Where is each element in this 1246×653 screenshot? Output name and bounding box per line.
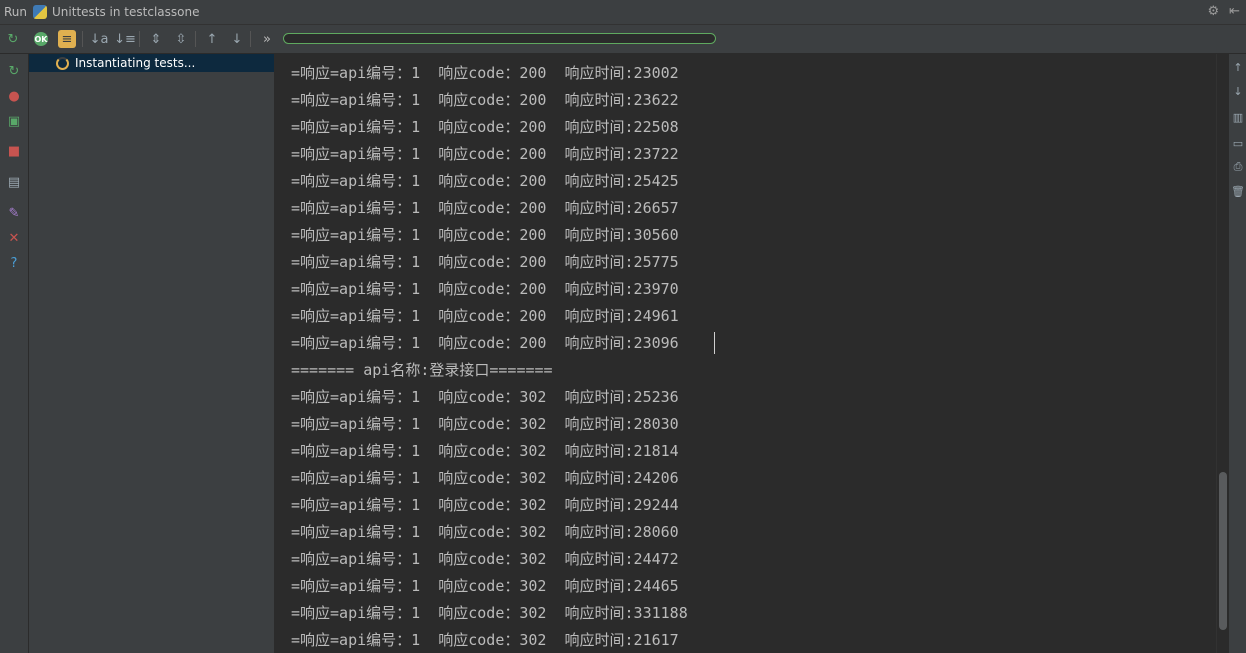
console-line: =响应=api编号：1 响应code：200 响应时间:23002 xyxy=(291,64,679,82)
settings-gear-icon[interactable]: ⚙ xyxy=(1207,4,1219,19)
ok-filter-icon[interactable]: OK xyxy=(34,32,48,46)
clear-all-icon[interactable]: 🗑 xyxy=(1231,184,1245,198)
rerun-icon[interactable]: ↻ xyxy=(5,62,23,80)
console-line: =响应=api编号：1 响应code：200 响应时间:23722 xyxy=(291,145,679,163)
toggle-autotest-icon[interactable]: ▣ xyxy=(5,112,23,130)
console-line: =响应=api编号：1 响应code：200 响应时间:24961 xyxy=(291,307,679,325)
console-line: =响应=api编号：1 响应code：302 响应时间:25236 xyxy=(291,388,679,406)
console-line: =响应=api编号：1 响应code：200 响应时间:23970 xyxy=(291,280,679,298)
console-line: =响应=api编号：1 响应code：200 响应时间:25425 xyxy=(291,172,679,190)
help-icon[interactable]: ? xyxy=(5,254,23,272)
close-icon[interactable]: ✕ xyxy=(5,229,23,247)
test-tree-row-selected[interactable]: Instantiating tests... xyxy=(29,54,274,72)
scroll-down-icon[interactable]: ↓ xyxy=(1231,84,1245,98)
toolbar-separator xyxy=(250,31,251,47)
console-line: =响应=api编号：1 响应code：200 响应时间:25775 xyxy=(291,253,679,271)
console-output[interactable]: =响应=api编号：1 响应code：200 响应时间:23002 =响应=api… xyxy=(275,54,1216,653)
run-label: Run xyxy=(4,5,28,19)
hide-panel-icon[interactable]: ⇤ xyxy=(1229,4,1240,19)
run-config-title: Unittests in testclassone xyxy=(52,5,200,19)
rerun-failed-icon[interactable]: ● xyxy=(5,87,23,105)
console-line: =响应=api编号：1 响应code：200 响应时间:30560 xyxy=(291,226,679,244)
scrollbar-thumb[interactable] xyxy=(1219,472,1227,630)
console-line: =响应=api编号：1 响应code：302 响应时间:21617 xyxy=(291,631,679,649)
right-tool-strip: ↑ ↓ ▥ ▭ ⎙ 🗑 xyxy=(1229,54,1246,653)
layout-icon[interactable]: ▤ xyxy=(5,173,23,191)
test-progress-bar xyxy=(283,33,716,44)
console-line: =响应=api编号：1 响应code：200 响应时间:26657 xyxy=(291,199,679,217)
console-line: =响应=api编号：1 响应code：302 响应时间:21814 xyxy=(291,442,679,460)
left-tool-strip: ↻ ● ▣ ■ ▤ ✎ ✕? xyxy=(0,54,29,653)
sort-alpha-icon[interactable]: ↓a xyxy=(90,30,109,48)
next-failed-icon[interactable]: ↓ xyxy=(228,30,246,48)
tree-status-label: Instantiating tests... xyxy=(75,56,196,70)
console-line: =响应=api编号：1 响应code：302 响应时间:24465 xyxy=(291,577,679,595)
test-runner-toolbar: ↻ OK ≡ ↓a ↓≡ ⇕ ⇳ ↑ ↓ » xyxy=(0,25,1246,54)
scroll-up-icon[interactable]: ↑ xyxy=(1231,60,1245,74)
console-line: ======= api名称:登录接口======= xyxy=(291,361,553,379)
soft-wrap-icon[interactable]: ▥ xyxy=(1231,110,1245,124)
title-bar: Run Unittests in testclassone ⚙ ⇤ xyxy=(0,0,1246,25)
console-line: =响应=api编号：1 响应code：302 响应时间:331188 xyxy=(291,604,688,622)
console-line: =响应=api编号：1 响应code：200 响应时间:23096 xyxy=(291,334,679,352)
collapse-all-icon[interactable]: ⇳ xyxy=(172,30,190,48)
scroll-to-end-icon[interactable]: ▭ xyxy=(1231,136,1245,150)
python-icon xyxy=(33,5,48,19)
console-line: =响应=api编号：1 响应code：302 响应时间:28060 xyxy=(291,523,679,541)
print-icon[interactable]: ⎙ xyxy=(1231,160,1245,174)
expand-all-icon[interactable]: ⇕ xyxy=(147,30,165,48)
pin-icon[interactable]: ✎ xyxy=(5,204,23,222)
more-icon[interactable]: » xyxy=(258,30,276,48)
text-caret xyxy=(714,332,715,354)
toolbar-separator xyxy=(195,31,196,47)
sort-duration-icon[interactable]: ↓≡ xyxy=(114,30,136,48)
test-tree: Instantiating tests... xyxy=(29,54,275,653)
rerun-icon[interactable]: ↻ xyxy=(4,30,22,48)
console-line: =响应=api编号：1 响应code：302 响应时间:29244 xyxy=(291,496,679,514)
toolbar-separator xyxy=(139,31,140,47)
toolbar-separator xyxy=(82,31,83,47)
console-scrollbar[interactable] xyxy=(1216,54,1229,653)
console-line: =响应=api编号：1 响应code：302 响应时间:24472 xyxy=(291,550,679,568)
show-ignored-icon[interactable]: ≡ xyxy=(58,30,76,48)
console-line: =响应=api编号：1 响应code：302 响应时间:28030 xyxy=(291,415,679,433)
stop-icon[interactable]: ■ xyxy=(5,142,23,160)
console-line: =响应=api编号：1 响应code：200 响应时间:22508 xyxy=(291,118,679,136)
console-line: =响应=api编号：1 响应code：302 响应时间:24206 xyxy=(291,469,679,487)
console-line: =响应=api编号：1 响应code：200 响应时间:23622 xyxy=(291,91,679,109)
prev-failed-icon[interactable]: ↑ xyxy=(203,30,221,48)
loading-spinner-icon xyxy=(56,56,69,70)
